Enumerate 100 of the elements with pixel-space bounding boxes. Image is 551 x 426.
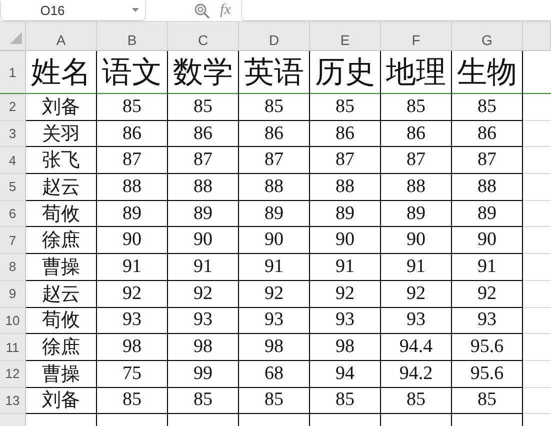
table-cell: 曹操 bbox=[26, 360, 97, 388]
column-header[interactable]: B bbox=[97, 22, 168, 51]
table-cell: 98 bbox=[168, 334, 239, 361]
table-cell: 85 bbox=[452, 388, 523, 414]
table-cell: 92 bbox=[97, 280, 168, 308]
table-cell: 90 bbox=[168, 227, 239, 254]
table-cell: 赵云 bbox=[26, 280, 97, 308]
table-cell: 89 bbox=[310, 200, 381, 228]
table-cell: 荀攸 bbox=[26, 200, 97, 228]
table-cell: 88 bbox=[310, 174, 381, 201]
table-cell: 85 bbox=[381, 94, 452, 121]
table-cell: 92 bbox=[239, 280, 310, 308]
table-cell: 85 bbox=[168, 94, 239, 121]
table-cell: 98 bbox=[97, 334, 168, 361]
table-cell: 英语 bbox=[239, 51, 310, 94]
table-cell: 85 bbox=[97, 94, 168, 121]
zoom-icon[interactable] bbox=[194, 2, 210, 18]
row-header[interactable]: 3 bbox=[0, 120, 26, 148]
column-header[interactable]: F bbox=[381, 22, 452, 51]
table-cell: 85 bbox=[239, 94, 310, 121]
table-cell: 90 bbox=[310, 227, 381, 254]
table-cell: 86 bbox=[168, 120, 239, 148]
table-cell: 99 bbox=[168, 360, 239, 388]
table-cell: 90 bbox=[452, 227, 523, 254]
row-header[interactable]: 9 bbox=[0, 280, 26, 308]
table-cell: 91 bbox=[97, 254, 168, 281]
table-cell: 历史 bbox=[310, 51, 381, 94]
table-cell: 87 bbox=[97, 147, 168, 174]
table-cell: 85 bbox=[310, 94, 381, 121]
table-cell: 85 bbox=[168, 388, 239, 414]
row-header[interactable]: 12 bbox=[0, 360, 26, 388]
table-cell: 91 bbox=[381, 254, 452, 281]
table-cell: 刘备 bbox=[26, 94, 97, 121]
table-cell: 88 bbox=[97, 174, 168, 201]
table-cell: 86 bbox=[310, 120, 381, 148]
table-cell: 93 bbox=[381, 308, 452, 334]
table-cell: 85 bbox=[97, 388, 168, 414]
table-cell: 88 bbox=[381, 174, 452, 201]
row-header[interactable]: 10 bbox=[0, 308, 26, 334]
table-cell: 94.2 bbox=[381, 360, 452, 388]
row-header[interactable]: 5 bbox=[0, 174, 26, 201]
table-cell: 89 bbox=[381, 200, 452, 228]
table-cell: 98 bbox=[310, 334, 381, 361]
table-cell: 曹操 bbox=[26, 254, 97, 281]
table-cell: 92 bbox=[381, 280, 452, 308]
table-cell: 89 bbox=[452, 200, 523, 228]
table-cell: 87 bbox=[239, 147, 310, 174]
row-header[interactable]: 7 bbox=[0, 227, 26, 254]
name-box[interactable]: O16 bbox=[0, 0, 146, 20]
table-cell: 85 bbox=[381, 388, 452, 414]
row-header[interactable]: 6 bbox=[0, 200, 26, 228]
column-header[interactable] bbox=[523, 22, 551, 51]
row-header[interactable]: 8 bbox=[0, 254, 26, 281]
row-header[interactable]: 4 bbox=[0, 147, 26, 174]
table-cell: 68 bbox=[239, 360, 310, 388]
table-cell: 85 bbox=[310, 388, 381, 414]
table-cell: 89 bbox=[168, 200, 239, 228]
table-cell: 87 bbox=[168, 147, 239, 174]
row-header[interactable]: 1 bbox=[0, 51, 26, 94]
table-cell: 75 bbox=[97, 360, 168, 388]
table-cell: 关羽 bbox=[26, 120, 97, 148]
table-cell: 85 bbox=[239, 388, 310, 414]
table-cell: 徐庶 bbox=[26, 334, 97, 361]
column-header[interactable]: G bbox=[452, 22, 523, 51]
table-cell: 87 bbox=[310, 147, 381, 174]
select-all-icon[interactable] bbox=[10, 32, 22, 44]
table-cell: 94.4 bbox=[381, 334, 452, 361]
table-cell: 92 bbox=[168, 280, 239, 308]
table-cell: 87 bbox=[452, 147, 523, 174]
table-cell: 姓名 bbox=[26, 51, 97, 94]
table-cell: 88 bbox=[452, 174, 523, 201]
table-cell: 数学 bbox=[168, 51, 239, 94]
table-cell: 92 bbox=[452, 280, 523, 308]
table-cell: 刘备 bbox=[26, 388, 97, 414]
table-cell: 85 bbox=[452, 94, 523, 121]
table-cell: 88 bbox=[168, 174, 239, 201]
table-cell: 生物 bbox=[452, 51, 523, 94]
row-header[interactable]: 13 bbox=[0, 388, 26, 414]
table-cell: 94 bbox=[310, 360, 381, 388]
table-cell: 91 bbox=[239, 254, 310, 281]
column-header[interactable]: A bbox=[26, 22, 97, 51]
table-cell: 88 bbox=[239, 174, 310, 201]
table-cell: 90 bbox=[239, 227, 310, 254]
table-cell: 95.6 bbox=[452, 334, 523, 361]
column-header[interactable]: D bbox=[239, 22, 310, 51]
column-header[interactable]: E bbox=[310, 22, 381, 51]
table-cell: 93 bbox=[168, 308, 239, 334]
table-cell: 86 bbox=[381, 120, 452, 148]
row-header[interactable]: 11 bbox=[0, 334, 26, 361]
table-cell: 95.6 bbox=[452, 360, 523, 388]
table-cell: 张飞 bbox=[26, 147, 97, 174]
table-cell: 86 bbox=[239, 120, 310, 148]
caret-icon[interactable] bbox=[132, 8, 139, 12]
table-cell: 93 bbox=[310, 308, 381, 334]
row-header[interactable]: 2 bbox=[0, 94, 26, 121]
table-cell: 89 bbox=[97, 200, 168, 228]
table-cell: 98 bbox=[239, 334, 310, 361]
function-button[interactable]: fx bbox=[220, 2, 231, 19]
column-header[interactable]: C bbox=[168, 22, 239, 51]
table-cell: 92 bbox=[310, 280, 381, 308]
